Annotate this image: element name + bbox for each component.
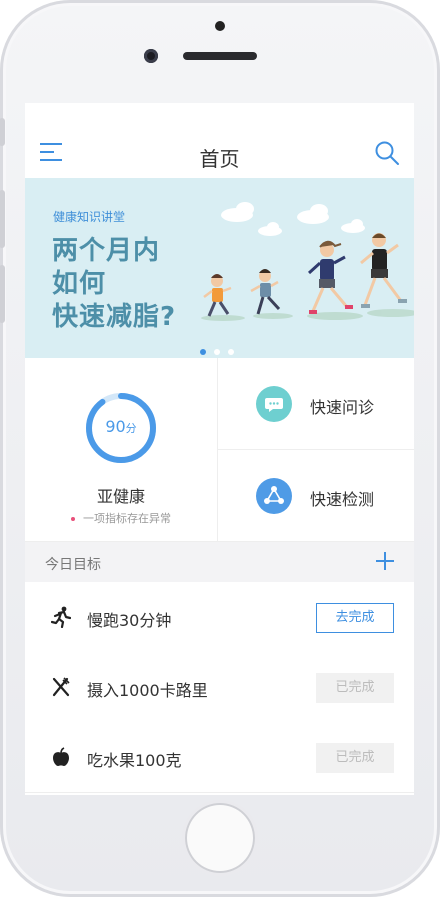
goal-text: 慢跑30分钟 bbox=[87, 611, 172, 630]
today-goals-title: 今日目标 bbox=[45, 557, 101, 573]
proximity-sensor bbox=[215, 21, 225, 31]
add-goal-icon[interactable] bbox=[375, 551, 395, 571]
running-icon bbox=[51, 606, 71, 628]
today-goals-header: 今日目标 bbox=[25, 542, 414, 582]
goal-text: 吃水果100克 bbox=[87, 751, 182, 770]
chat-icon bbox=[256, 386, 292, 422]
goal-row: 摄入1000卡路里 已完成 bbox=[25, 652, 414, 723]
score-number: 90 bbox=[105, 417, 126, 436]
volume-down-button bbox=[0, 265, 5, 323]
goal-text: 摄入1000卡路里 bbox=[87, 681, 208, 700]
quick-test-button[interactable]: 快速检测 bbox=[218, 450, 414, 541]
banner-subtitle: 健康知识讲堂 bbox=[53, 210, 126, 224]
mute-switch bbox=[0, 118, 5, 146]
carousel-dots[interactable] bbox=[200, 340, 242, 358]
app-screen: 首页 健康知识讲堂 两个月内 如何 快速减脂? 90分 亚健康 一项指标存在异常… bbox=[25, 103, 414, 795]
home-button[interactable] bbox=[185, 803, 255, 873]
banner-title-line-1: 两个月内 bbox=[52, 236, 161, 266]
score-unit: 分 bbox=[125, 422, 137, 435]
health-status: 亚健康 bbox=[96, 487, 145, 506]
abnormal-note: 一项指标存在异常 bbox=[25, 510, 217, 526]
health-score-card[interactable]: 90分 亚健康 一项指标存在异常 bbox=[25, 358, 218, 541]
running-people-illustration bbox=[201, 202, 414, 321]
front-camera bbox=[144, 49, 158, 63]
apple-icon bbox=[53, 747, 69, 766]
volume-up-button bbox=[0, 190, 5, 248]
carousel-dot[interactable] bbox=[200, 349, 206, 355]
abnormal-note-text: 一项指标存在异常 bbox=[83, 512, 171, 525]
banner-title-line-3: 快速减脂? bbox=[52, 302, 177, 332]
phone-frame: 首页 健康知识讲堂 两个月内 如何 快速减脂? 90分 亚健康 一项指标存在异常… bbox=[0, 0, 440, 897]
banner-title-line-2: 如何 bbox=[52, 269, 107, 299]
goal-done-button[interactable]: 已完成 bbox=[316, 743, 394, 773]
goal-done-button[interactable]: 已完成 bbox=[316, 673, 394, 703]
page-title: 首页 bbox=[199, 147, 240, 171]
top-bar: 首页 bbox=[25, 103, 414, 178]
score-value: 90分 bbox=[85, 417, 157, 436]
health-panel: 90分 亚健康 一项指标存在异常 快速问诊 快速检测 bbox=[25, 358, 414, 542]
banner-carousel[interactable]: 健康知识讲堂 两个月内 如何 快速减脂? bbox=[25, 178, 414, 358]
carousel-dot[interactable] bbox=[214, 349, 220, 355]
earpiece-speaker bbox=[183, 52, 257, 60]
quick-consult-button[interactable]: 快速问诊 bbox=[218, 358, 414, 450]
goal-row: 慢跑30分钟 去完成 bbox=[25, 582, 414, 653]
alert-dot-icon bbox=[71, 517, 75, 521]
share-nodes-icon bbox=[256, 478, 292, 514]
quick-consult-label: 快速问诊 bbox=[310, 398, 375, 417]
goal-row: 吃水果100克 已完成 bbox=[25, 722, 414, 793]
carousel-dot[interactable] bbox=[228, 349, 234, 355]
goal-complete-button[interactable]: 去完成 bbox=[316, 603, 394, 633]
cutlery-icon bbox=[52, 677, 70, 697]
search-icon[interactable] bbox=[374, 140, 400, 166]
quick-test-label: 快速检测 bbox=[310, 490, 375, 509]
